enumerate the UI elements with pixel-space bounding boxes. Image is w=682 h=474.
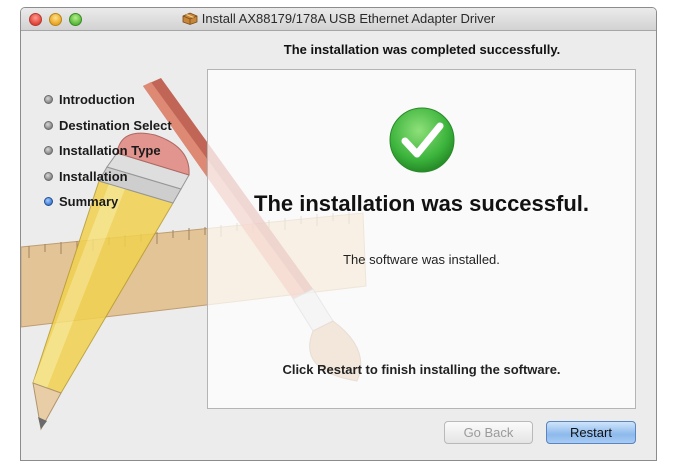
step-bullet-icon xyxy=(44,95,53,104)
success-heading: The installation was successful. xyxy=(254,191,589,216)
restart-button[interactable]: Restart xyxy=(546,421,636,444)
step-bullet-active-icon xyxy=(44,197,53,206)
title-bar[interactable]: Install AX88179/178A USB Ethernet Adapte… xyxy=(21,8,656,31)
step-bullet-icon xyxy=(44,120,53,130)
step-installation: Installation xyxy=(43,168,208,194)
step-label: Installation Type xyxy=(59,143,161,158)
step-label: Summary xyxy=(59,194,119,209)
step-destination-select: Destination Select xyxy=(43,117,208,143)
window-title-group: Install AX88179/178A USB Ethernet Adapte… xyxy=(21,11,656,26)
package-icon xyxy=(182,12,198,25)
step-label: Destination Select xyxy=(59,117,172,133)
step-bullet-icon xyxy=(44,171,53,181)
go-back-button[interactable]: Go Back xyxy=(444,421,533,444)
window-title: Install AX88179/178A USB Ethernet Adapte… xyxy=(201,11,496,26)
step-installation-type: Installation Type xyxy=(43,142,208,168)
restart-instruction: Click Restart to finish installing the s… xyxy=(282,362,561,377)
installer-window: Install AX88179/178A USB Ethernet Adapte… xyxy=(20,7,657,461)
step-bullet-icon xyxy=(44,146,53,155)
step-introduction: Introduction xyxy=(43,91,208,117)
step-summary: Summary xyxy=(43,193,208,219)
step-label: Installation xyxy=(59,168,128,184)
checkmark-icon xyxy=(389,107,455,173)
step-label: Introduction xyxy=(59,92,135,107)
summary-content-panel: The installation was successful. The sof… xyxy=(207,69,636,409)
installer-steps-sidebar: Introduction Destination Select Installa… xyxy=(43,91,208,219)
completion-header: The installation was completed successfu… xyxy=(283,42,561,57)
installed-message: The software was installed. xyxy=(343,252,500,267)
